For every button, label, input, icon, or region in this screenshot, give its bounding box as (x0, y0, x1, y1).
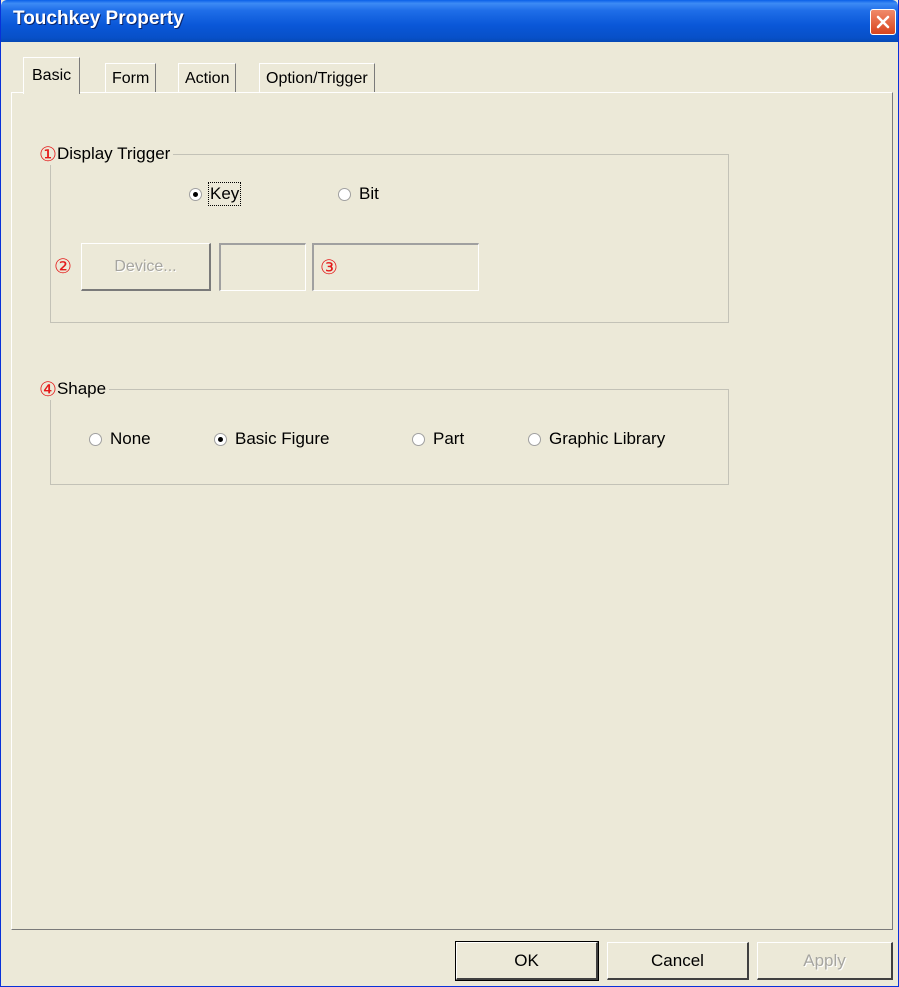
radio-key-label: Key (207, 182, 242, 206)
radio-graphic-library[interactable]: Graphic Library (528, 429, 665, 449)
radio-selected-dot (193, 191, 198, 197)
touchkey-property-dialog: Touchkey Property Basic Form Action Opti… (0, 0, 899, 987)
annotation-marker-4: ④ (39, 377, 57, 401)
radio-bit-circle (338, 187, 351, 201)
tab-option-trigger[interactable]: Option/Trigger (259, 63, 375, 93)
radio-key[interactable]: Key (189, 182, 242, 206)
radio-bit-label: Bit (359, 184, 379, 203)
ok-button-label: OK (514, 950, 539, 970)
radio-key-circle (189, 187, 202, 201)
annotation-marker-2: ② (54, 254, 72, 278)
tab-label: Form (112, 69, 150, 87)
radio-part[interactable]: Part (412, 429, 464, 449)
device-button-label: Device... (114, 257, 177, 275)
radio-graphic-library-label: Graphic Library (549, 429, 666, 448)
radio-basic-figure[interactable]: Basic Figure (214, 429, 329, 449)
shape-group: ④ Shape None Basic Figure Part Graphic L… (39, 378, 729, 485)
annotation-marker-3: ③ (320, 255, 338, 279)
tab-label: Action (185, 69, 230, 87)
shape-label: Shape (56, 379, 107, 398)
apply-button-label: Apply (803, 950, 846, 970)
close-icon (876, 15, 890, 29)
display-trigger-label: Display Trigger (56, 144, 171, 163)
cancel-button-label: Cancel (651, 950, 704, 970)
radio-graphic-library-circle (528, 432, 541, 446)
display-trigger-legend: ① Display Trigger (39, 142, 174, 166)
tab-label: Option/Trigger (266, 69, 368, 87)
window-title: Touchkey Property (13, 8, 184, 29)
shape-legend: ④ Shape (39, 377, 110, 401)
tab-action[interactable]: Action (178, 63, 237, 93)
title-bar[interactable]: Touchkey Property (1, 0, 898, 42)
radio-none-circle (89, 432, 102, 446)
cancel-button[interactable]: Cancel (607, 942, 749, 980)
radio-selected-dot (218, 436, 223, 442)
tab-label: Basic (32, 67, 72, 84)
apply-button[interactable]: Apply (757, 942, 893, 980)
close-button[interactable] (870, 9, 896, 35)
basic-tab-panel: ① Display Trigger Key Bit ② Device... ③ (11, 92, 893, 930)
radio-none-label: None (110, 429, 151, 448)
radio-bit[interactable]: Bit (338, 184, 379, 204)
ok-button[interactable]: OK (455, 941, 599, 981)
radio-basic-figure-circle (214, 432, 227, 446)
tab-basic[interactable]: Basic (23, 57, 81, 94)
display-trigger-group: ① Display Trigger Key Bit ② Device... ③ (39, 143, 729, 323)
radio-basic-figure-label: Basic Figure (235, 429, 330, 448)
radio-none[interactable]: None (89, 429, 151, 449)
radio-part-label: Part (433, 429, 465, 448)
device-address-field[interactable] (219, 243, 306, 291)
device-button[interactable]: Device... (81, 243, 211, 291)
device-comment-field[interactable]: ③ (312, 243, 479, 291)
tab-form[interactable]: Form (105, 63, 157, 93)
annotation-marker-1: ① (39, 142, 57, 166)
radio-part-circle (412, 432, 425, 446)
